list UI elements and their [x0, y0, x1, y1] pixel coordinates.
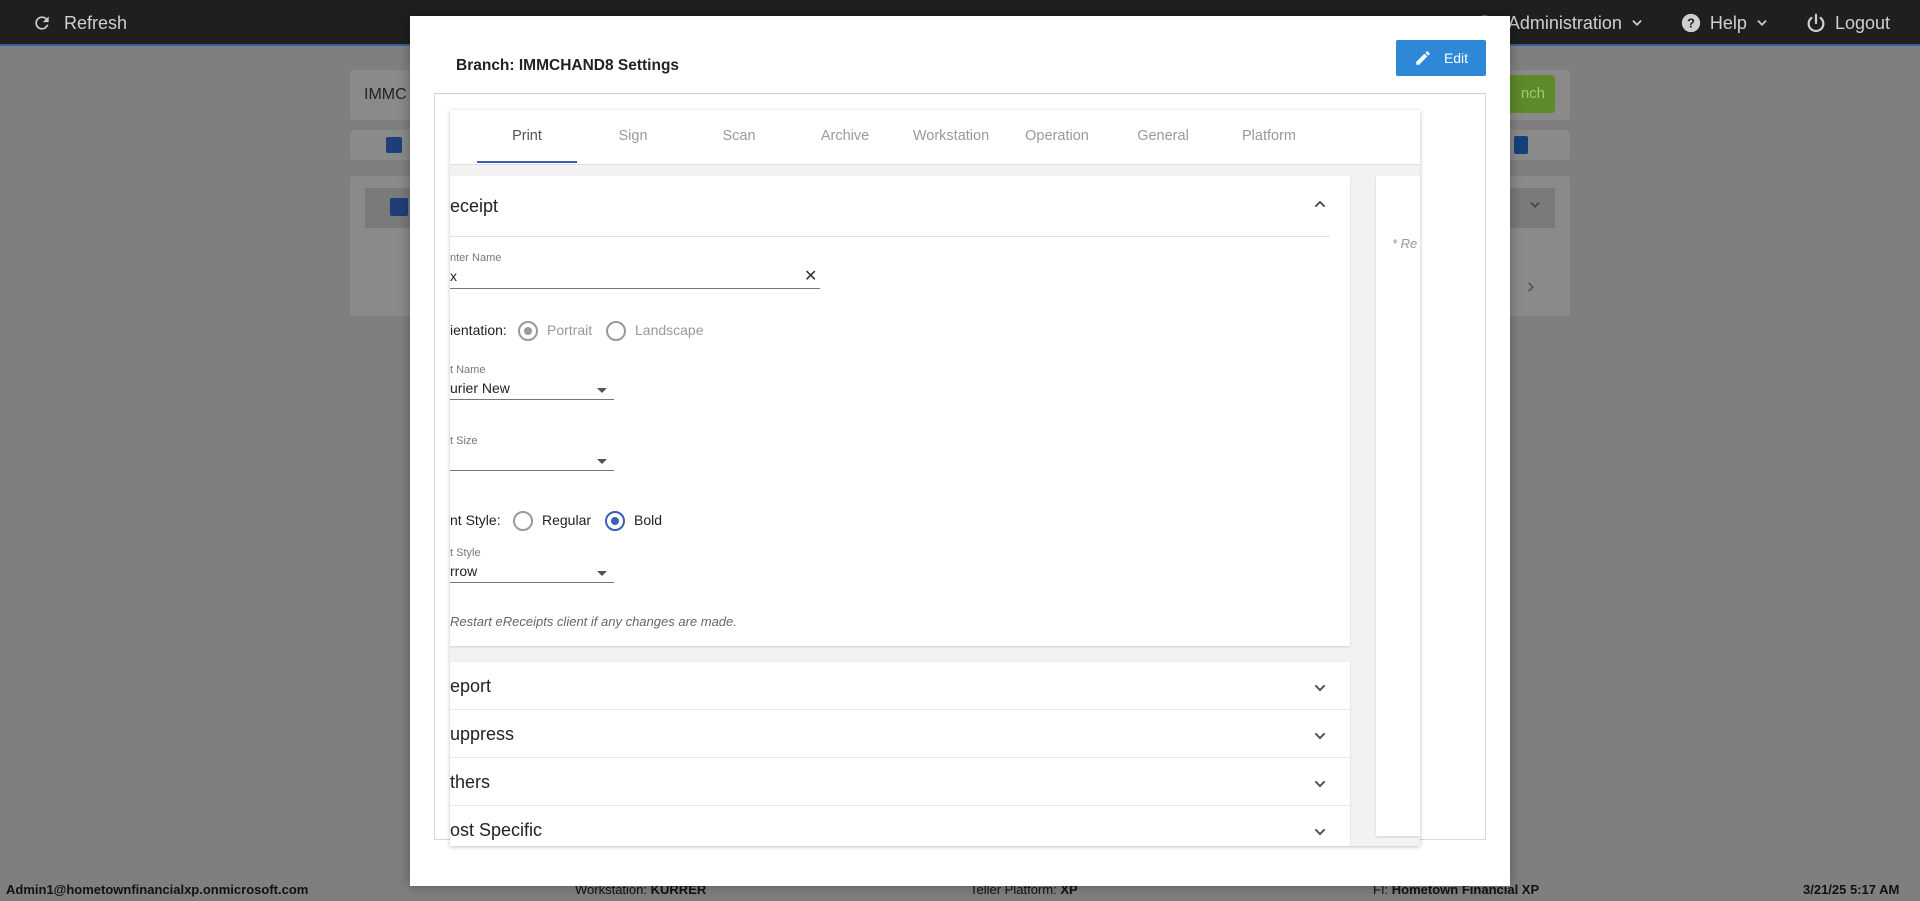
- chevron-up-icon[interactable]: [1312, 196, 1328, 212]
- nav-help[interactable]: ? Help: [1680, 12, 1769, 34]
- select-all-checkbox[interactable]: [386, 137, 402, 153]
- svg-text:?: ?: [1687, 16, 1695, 31]
- trash-icon[interactable]: [1514, 136, 1528, 154]
- orientation-label: ientation:: [450, 322, 507, 338]
- print-settings-column: eceipt nter Name x ✕ ientation: Portrait…: [450, 176, 1350, 846]
- accordion-report[interactable]: eport: [450, 662, 1350, 710]
- accordion-host-specific-title: ost Specific: [450, 820, 543, 840]
- accordion-suppress-title: uppress: [450, 724, 515, 744]
- refresh-button[interactable]: Refresh: [32, 10, 127, 36]
- side-panel: * Re: [1376, 176, 1420, 836]
- tab-sign[interactable]: Sign: [583, 128, 683, 144]
- tab-scan[interactable]: Scan: [689, 128, 789, 144]
- chevron-right-icon: [1528, 282, 1534, 292]
- chevron-down-icon[interactable]: [1312, 776, 1328, 792]
- orientation-portrait-radio[interactable]: [518, 321, 538, 341]
- chevron-down-icon: [1530, 202, 1540, 208]
- chevron-down-icon: [1632, 20, 1642, 26]
- font-style-bold-label: Bold: [634, 512, 663, 528]
- active-tab-indicator: [477, 161, 577, 163]
- printer-name-input[interactable]: x: [450, 268, 457, 284]
- accordion-others[interactable]: thers: [450, 758, 1350, 806]
- tab-workstation[interactable]: Workstation: [901, 128, 1001, 144]
- section-divider: [450, 236, 1330, 237]
- row-checkbox[interactable]: [390, 198, 408, 216]
- tab-platform[interactable]: Platform: [1219, 128, 1319, 144]
- status-datetime: 3/21/25 5:17 AM: [1803, 882, 1900, 897]
- printer-name-underline: [450, 288, 820, 289]
- dropdown-caret-icon[interactable]: [597, 571, 607, 576]
- text-style-label: t Style: [450, 547, 481, 559]
- top-nav: Administration ? Help Logout: [1478, 10, 1890, 36]
- nav-help-label: Help: [1709, 12, 1747, 33]
- font-name-select[interactable]: urier New: [450, 380, 510, 396]
- modal-header: Branch: IMMCHAND8 Settings Edit: [434, 40, 1486, 94]
- required-note: * Re: [1392, 236, 1418, 251]
- orientation-portrait-label: Portrait: [547, 322, 593, 338]
- font-size-underline: [450, 470, 614, 471]
- font-style-bold-radio[interactable]: [605, 511, 625, 531]
- accordion-suppress[interactable]: uppress: [450, 710, 1350, 758]
- font-size-label: t Size: [450, 435, 478, 447]
- font-style-regular-label: Regular: [542, 512, 592, 528]
- nav-administration-label: Administration: [1507, 12, 1622, 33]
- accordion-report-title: eport: [450, 676, 492, 696]
- edit-button[interactable]: Edit: [1396, 40, 1486, 76]
- receipt-section: eceipt nter Name x ✕ ientation: Portrait…: [450, 176, 1350, 646]
- tab-general[interactable]: General: [1113, 128, 1213, 144]
- orientation-landscape-label: Landscape: [635, 322, 704, 338]
- status-user: Admin1@hometownfinancialxp.onmicrosoft.c…: [6, 882, 309, 897]
- dropdown-caret-icon[interactable]: [597, 388, 607, 393]
- help-icon: ?: [1681, 13, 1701, 33]
- tab-operation[interactable]: Operation: [1007, 128, 1107, 144]
- accordion-others-title: thers: [450, 772, 491, 792]
- chevron-down-icon[interactable]: [1312, 680, 1328, 696]
- clear-icon[interactable]: ✕: [804, 266, 817, 286]
- chevron-down-icon[interactable]: [1312, 728, 1328, 744]
- chevron-down-icon[interactable]: [1312, 824, 1328, 840]
- text-style-underline: [450, 582, 614, 583]
- background-search-value: IMMC: [364, 86, 407, 103]
- power-icon: [1807, 13, 1825, 33]
- tab-print[interactable]: Print: [477, 128, 577, 144]
- nav-logout-label: Logout: [1834, 12, 1890, 33]
- printer-name-label: nter Name: [450, 252, 502, 264]
- receipt-section-title[interactable]: eceipt: [450, 196, 498, 217]
- accordion-host-specific[interactable]: ost Specific: [450, 806, 1350, 846]
- dropdown-caret-icon[interactable]: [597, 459, 607, 464]
- nav-logout[interactable]: Logout: [1805, 12, 1890, 34]
- modal-body: Print Sign Scan Archive Workstation Oper…: [434, 94, 1486, 846]
- settings-accordion: eport uppress thers ost Specific: [450, 662, 1350, 846]
- restart-note: Restart eReceipts client if any changes …: [450, 614, 737, 629]
- font-name-underline: [450, 399, 614, 400]
- chevron-down-icon: [1757, 20, 1767, 26]
- orientation-landscape-radio[interactable]: [606, 321, 626, 341]
- edit-label: Edit: [1443, 50, 1469, 66]
- text-style-select[interactable]: rrow: [450, 563, 477, 579]
- refresh-label: Refresh: [64, 12, 128, 33]
- font-style-label: nt Style:: [450, 512, 501, 528]
- font-style-regular-radio[interactable]: [513, 511, 533, 531]
- pencil-icon: [1416, 51, 1430, 65]
- settings-container: Print Sign Scan Archive Workstation Oper…: [450, 110, 1420, 846]
- branch-settings-modal: Branch: IMMCHAND8 Settings Edit Print Si…: [410, 16, 1510, 886]
- font-name-label: t Name: [450, 364, 486, 376]
- tab-archive[interactable]: Archive: [795, 128, 895, 144]
- modal-title: Branch: IMMCHAND8 Settings: [456, 57, 680, 74]
- settings-tabs: Print Sign Scan Archive Workstation Oper…: [450, 110, 1420, 165]
- refresh-icon: [35, 16, 49, 30]
